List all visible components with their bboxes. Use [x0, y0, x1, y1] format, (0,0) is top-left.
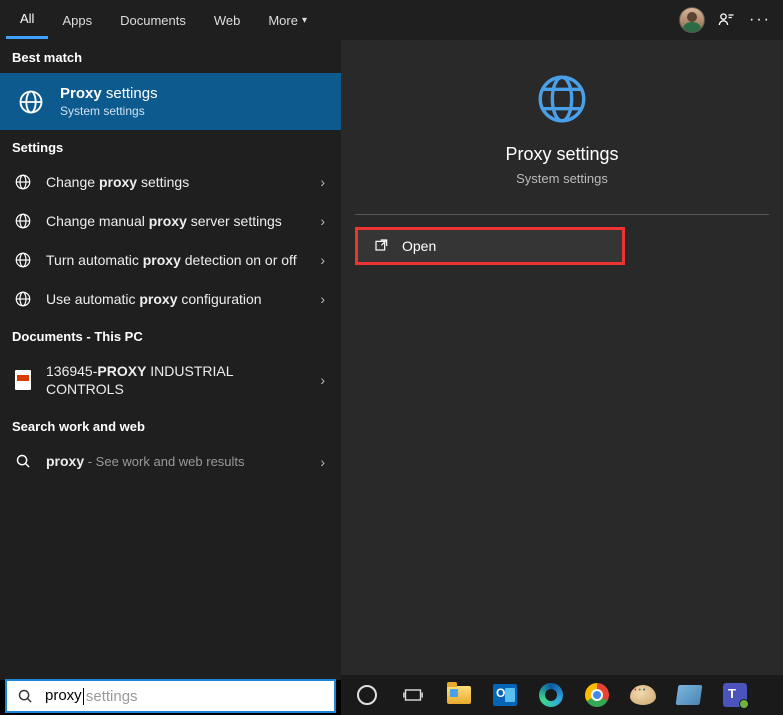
open-label: Open	[402, 238, 436, 254]
chevron-right-icon: ›	[320, 291, 325, 307]
section-work-web: Search work and web	[0, 409, 341, 442]
more-options-icon[interactable]: ···	[743, 11, 777, 29]
chrome-icon[interactable]	[583, 681, 611, 709]
result-label: 136945-PROXY INDUSTRIAL CONTROLS	[46, 362, 308, 400]
chevron-right-icon: ›	[320, 213, 325, 229]
file-explorer-icon[interactable]	[445, 681, 473, 709]
open-highlight-annotation: Open	[355, 227, 625, 265]
cortana-icon[interactable]	[353, 681, 381, 709]
globe-icon	[12, 290, 34, 308]
tab-more[interactable]: More ▾	[254, 3, 321, 38]
tab-more-label: More	[268, 13, 298, 28]
chevron-right-icon: ›	[320, 454, 325, 470]
search-icon	[17, 688, 34, 705]
best-match-result[interactable]: Proxy settings System settings	[0, 73, 341, 130]
best-match-title: Proxy settings	[60, 85, 158, 102]
chevron-down-icon: ▾	[302, 15, 307, 26]
globe-icon	[12, 173, 34, 191]
open-action[interactable]: Open	[358, 230, 622, 262]
paint-icon[interactable]	[629, 681, 657, 709]
globe-icon	[533, 70, 591, 128]
result-label: Use automatic proxy configuration	[46, 290, 308, 309]
edge-icon[interactable]	[537, 681, 565, 709]
chevron-right-icon: ›	[320, 252, 325, 268]
search-input[interactable]	[44, 688, 324, 705]
result-label: proxy - See work and web results	[46, 452, 308, 471]
tab-all[interactable]: All	[6, 1, 48, 39]
taskbar	[341, 675, 783, 715]
search-icon	[12, 453, 34, 470]
feedback-icon[interactable]	[709, 10, 743, 30]
tab-apps[interactable]: Apps	[48, 3, 106, 38]
divider	[355, 214, 769, 215]
result-label: Change manual proxy server settings	[46, 212, 308, 231]
globe-icon	[12, 212, 34, 230]
tab-web[interactable]: Web	[200, 3, 255, 38]
chevron-right-icon: ›	[320, 372, 325, 388]
settings-result-auto-config[interactable]: Use automatic proxy configuration ›	[0, 280, 341, 319]
section-documents: Documents - This PC	[0, 319, 341, 352]
user-avatar[interactable]	[675, 7, 709, 33]
document-result[interactable]: 136945-PROXY INDUSTRIAL CONTROLS ›	[0, 352, 341, 410]
result-label: Change proxy settings	[46, 173, 308, 192]
section-best-match: Best match	[0, 40, 341, 73]
pdf-icon	[12, 370, 34, 390]
best-match-subtitle: System settings	[60, 104, 158, 118]
open-icon	[374, 238, 390, 254]
task-view-icon[interactable]	[399, 681, 427, 709]
teams-icon[interactable]	[721, 681, 749, 709]
section-settings: Settings	[0, 130, 341, 163]
chevron-right-icon: ›	[320, 174, 325, 190]
preview-title: Proxy settings	[505, 144, 618, 165]
tab-documents[interactable]: Documents	[106, 3, 200, 38]
settings-result-auto-detection[interactable]: Turn automatic proxy detection on or off…	[0, 241, 341, 280]
settings-result-manual-proxy[interactable]: Change manual proxy server settings ›	[0, 202, 341, 241]
result-label: Turn automatic proxy detection on or off	[46, 251, 308, 270]
globe-icon	[12, 251, 34, 269]
preview-subtitle: System settings	[516, 171, 608, 186]
settings-result-change-proxy[interactable]: Change proxy settings ›	[0, 163, 341, 202]
outlook-icon[interactable]	[491, 681, 519, 709]
notepad-icon[interactable]	[675, 681, 703, 709]
search-box[interactable]: proxy settings proxy	[5, 679, 336, 713]
web-result[interactable]: proxy - See work and web results ›	[0, 442, 341, 481]
globe-icon	[16, 87, 46, 117]
